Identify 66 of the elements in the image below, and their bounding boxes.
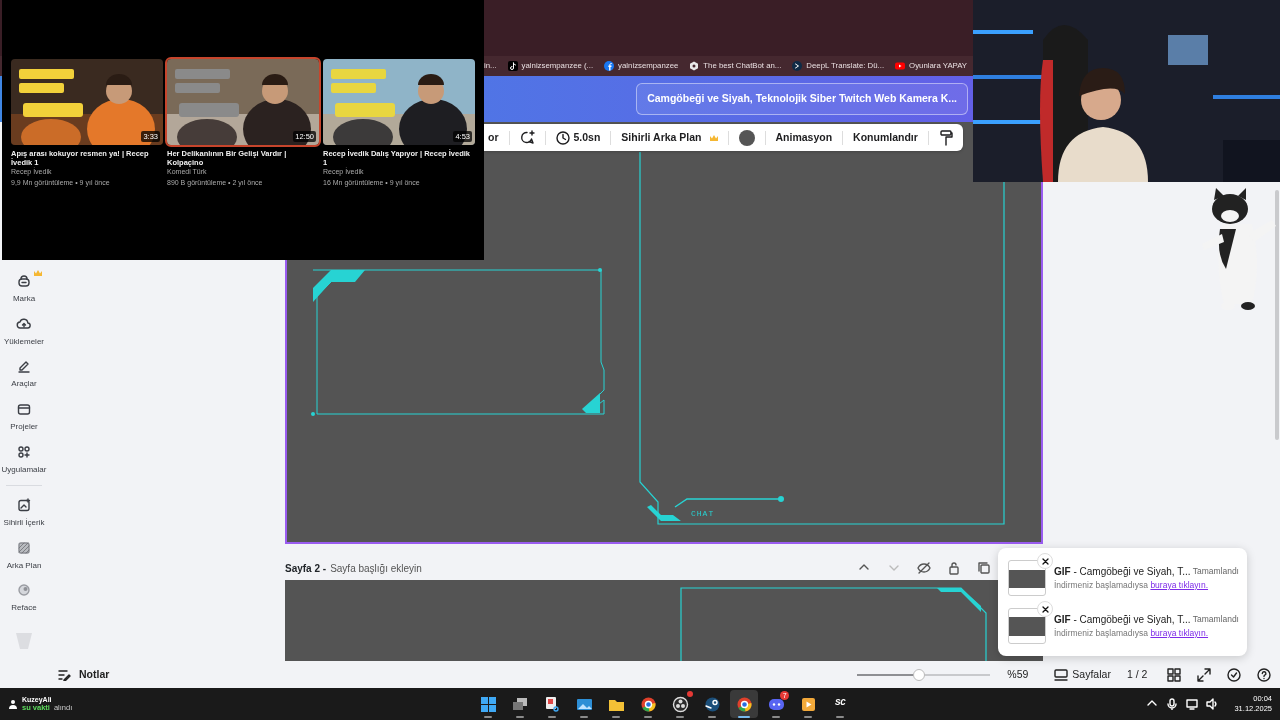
briefcase-icon	[16, 273, 32, 290]
page-number: Sayfa 2 -	[285, 561, 327, 576]
sidebar-item[interactable]: Uygulamalar	[0, 438, 48, 481]
sidebar-item[interactable]: Sihirli İçerik	[0, 491, 48, 535]
design-page[interactable]	[285, 580, 1043, 661]
lock-icon[interactable]	[947, 561, 961, 575]
download-hint: İndirmeniz başlamadıysa buraya tıklayın.	[1054, 579, 1210, 592]
design-title-field[interactable]: Camgöbeği ve Siyah, Teknolojik Siber Twitch Web Kamera K...	[636, 83, 968, 115]
taskbar-app[interactable]: SC	[826, 690, 855, 718]
download-title: GIF - Camgöbeği ve Siyah, T...	[1054, 565, 1191, 580]
close-icon	[1041, 605, 1049, 613]
help-icon[interactable]	[1257, 668, 1272, 682]
zoom-reading[interactable]: %59	[1007, 667, 1029, 683]
slider-handle[interactable]	[912, 669, 925, 681]
tiktok-icon	[507, 61, 518, 71]
sidebar-item[interactable]: Araçlar	[0, 353, 48, 396]
speaker-icon[interactable]	[1206, 698, 1219, 710]
sidebar-item[interactable]: Arka Plan	[0, 534, 48, 577]
page-title-field[interactable]: Sayfa başlığı ekleyin	[330, 560, 422, 576]
fullscreen-icon[interactable]	[1197, 668, 1212, 682]
sidebar-item[interactable]: Projeler	[0, 395, 48, 439]
pattern-icon	[16, 539, 32, 556]
scrollbar[interactable]	[1275, 190, 1279, 440]
sidebar-item[interactable]: Yüklemeler	[0, 310, 48, 354]
download-status: Tamamlandı	[1192, 565, 1239, 578]
chat-label: CHAT	[691, 509, 715, 518]
download-status: Tamamlandı	[1192, 613, 1239, 626]
pages-icon	[1054, 669, 1069, 681]
download-title: GIF - Camgöbeği ve Siyah, T...	[1054, 613, 1191, 628]
deepl-icon	[792, 61, 803, 71]
notes-icon	[58, 669, 71, 681]
youtube-icon	[895, 61, 906, 71]
toolbar-button[interactable]: Animasyon	[775, 129, 833, 146]
check-circle-icon[interactable]	[1227, 668, 1242, 682]
duration-button[interactable]: 5.0sn	[555, 129, 601, 146]
crown-icon	[709, 134, 718, 141]
microphone-icon[interactable]	[1166, 698, 1179, 710]
copy-icon[interactable]	[977, 561, 991, 575]
apps-icon	[16, 443, 32, 460]
color-swatch[interactable]	[738, 129, 755, 146]
close-icon	[1041, 557, 1049, 565]
paint-roller-icon[interactable]	[938, 129, 953, 146]
display-icon[interactable]	[1186, 698, 1199, 710]
sidebar-item[interactable]: Marka	[0, 268, 48, 311]
sidebar-item[interactable]: Reface	[0, 576, 48, 620]
download-hint: İndirmeniz başlamadıysa buraya tıklayın.	[1054, 627, 1210, 640]
notes-button[interactable]: Notlar	[58, 667, 110, 683]
face-swap-icon	[16, 582, 32, 599]
retry-link[interactable]: buraya tıklayın.	[1150, 580, 1209, 591]
person-icon	[8, 699, 18, 709]
magic-image-icon	[16, 497, 32, 513]
comment-add-icon[interactable]	[519, 130, 535, 145]
toolbar-button[interactable]: Sihirli Arka Plan	[621, 129, 718, 146]
pages-button[interactable]: Sayfalar	[1054, 667, 1111, 683]
close-button[interactable]	[1037, 601, 1053, 617]
grid-icon[interactable]	[1167, 668, 1182, 682]
eye-off-icon[interactable]	[917, 561, 931, 575]
clock-icon	[555, 130, 570, 145]
taskbar-app[interactable]	[730, 690, 759, 718]
toolbar-text[interactable]: or	[488, 129, 499, 146]
page-counter[interactable]: 1 / 2	[1126, 667, 1148, 683]
close-button[interactable]	[1037, 553, 1053, 569]
retry-link[interactable]: buraya tıklayın.	[1150, 628, 1209, 639]
toolbar-button[interactable]: Konumlandır	[853, 129, 918, 146]
chatbot-icon	[689, 61, 700, 71]
facebook-icon	[604, 61, 615, 71]
